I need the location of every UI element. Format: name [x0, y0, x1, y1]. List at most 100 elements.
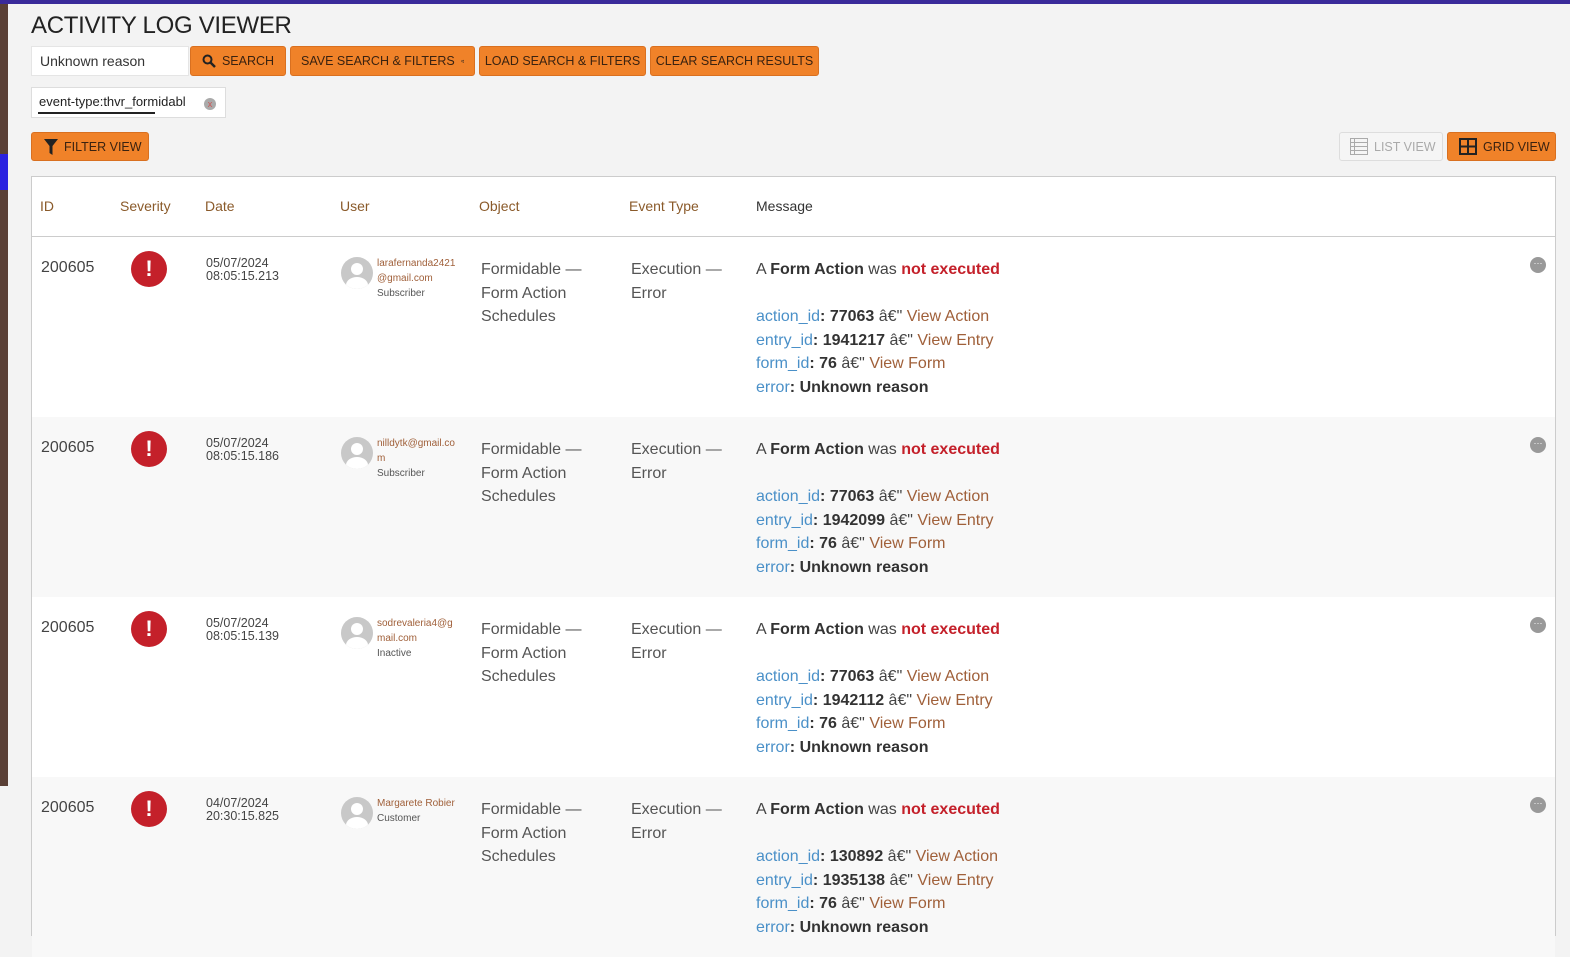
message: A Form Action was not executed action_id… [756, 798, 1000, 939]
save-search-button[interactable]: SAVE SEARCH & FILTERS [290, 46, 475, 76]
event-date: 05/07/2024 08:05:15.213 [206, 257, 279, 283]
message-text: : [812, 511, 823, 529]
user-link[interactable]: nilldytk@gmail.com [377, 436, 459, 466]
message-text: : [809, 355, 820, 372]
message-text: : [789, 918, 800, 936]
view-entry-link[interactable]: View Entry [916, 692, 992, 709]
message-text: : [789, 558, 800, 576]
message-text: 76 [819, 535, 837, 552]
grid-view-button[interactable]: GRID VIEW [1447, 132, 1556, 161]
message-text: 77063 [829, 308, 875, 325]
user-role: Inactive [377, 648, 412, 659]
entry-id-line: entry_id: 1941217 â€" View Entry [756, 329, 1000, 353]
error-severity-icon: ! [131, 611, 167, 647]
activity-log-table: ID Severity Date User Object Event Type … [31, 176, 1556, 957]
view-entry-link[interactable]: View Entry [917, 332, 993, 349]
message-text: error [756, 558, 790, 576]
event-type: Execution — Error [631, 441, 722, 482]
user-info: Margarete Robier Customer [377, 796, 459, 826]
col-object[interactable]: Object [479, 198, 519, 214]
object: Formidable — Form Action Schedules [481, 621, 582, 685]
message-text: was [863, 261, 902, 278]
filter-chip[interactable]: event-type:thvr_formidabl x [31, 87, 226, 118]
filter-view-button[interactable]: FILTER VIEW [31, 132, 149, 161]
event-id: 200605 [41, 259, 95, 276]
message-text: 76 [819, 715, 837, 732]
error-line: error: Unknown reason [756, 736, 1000, 760]
message-text: â€" [836, 895, 870, 912]
clear-search-button[interactable]: CLEAR SEARCH RESULTS [650, 46, 819, 76]
view-form-link[interactable]: View Form [869, 715, 945, 732]
view-entry-link[interactable]: View Entry [917, 872, 993, 889]
col-message: Message [756, 198, 813, 214]
message-text: Form Action [770, 801, 864, 818]
message-text: 1942099 [822, 511, 885, 529]
message-text: 76 [819, 355, 837, 372]
event-id: 200605 [41, 439, 95, 456]
form-id-line: form_id: 76 â€" View Form [756, 352, 1000, 376]
event-date: 05/07/2024 08:05:15.186 [206, 437, 279, 463]
message-text: â€" [885, 331, 918, 349]
more-options-icon[interactable]: ··· [1530, 437, 1546, 453]
message-text: : [812, 331, 823, 349]
window-top-border [0, 0, 1570, 4]
user-link[interactable]: Margarete Robier [377, 796, 459, 811]
view-form-link[interactable]: View Form [869, 535, 945, 552]
message-text: A [756, 801, 771, 818]
col-date[interactable]: Date [205, 198, 235, 214]
view-action-link[interactable]: View Action [907, 488, 989, 505]
message-text: entry_id [756, 871, 813, 889]
message-text: â€" [874, 488, 907, 505]
message: A Form Action was not executed action_id… [756, 438, 1000, 579]
chip-underline [38, 112, 155, 114]
search-button[interactable]: SEARCH [190, 46, 286, 76]
message-text: : [820, 848, 830, 865]
message-summary: A Form Action was not executed [756, 618, 1000, 642]
user-link[interactable]: larafernanda2421@gmail.com [377, 256, 459, 286]
search-label: SEARCH [221, 54, 275, 68]
view-form-link[interactable]: View Form [869, 895, 945, 912]
col-user[interactable]: User [340, 198, 370, 214]
time: 20:30:15.825 [206, 809, 279, 823]
user-link[interactable]: sodrevaleria4@gmail.com [377, 616, 459, 646]
view-form-link[interactable]: View Form [869, 355, 945, 372]
more-options-icon[interactable]: ··· [1530, 797, 1546, 813]
sidebar-active-marker [0, 154, 8, 190]
message-text: Unknown reason [799, 558, 929, 576]
event-type: Execution — Error [631, 621, 722, 662]
event-date: 04/07/2024 20:30:15.825 [206, 797, 279, 823]
col-event-type[interactable]: Event Type [629, 198, 699, 214]
filter-view-label: FILTER VIEW [64, 139, 142, 154]
load-search-button[interactable]: LOAD SEARCH & FILTERS [479, 46, 646, 76]
message-text: Form Action [770, 441, 864, 458]
list-view-label: LIST VIEW [1374, 139, 1436, 154]
remove-filter-icon[interactable]: x [204, 98, 216, 110]
user-avatar-icon [341, 437, 373, 469]
view-action-link[interactable]: View Action [907, 668, 989, 685]
form-id-line: form_id: 76 â€" View Form [756, 892, 1000, 916]
message-text: entry_id [756, 691, 813, 709]
message-text: 76 [819, 895, 837, 912]
object: Formidable — Form Action Schedules [481, 441, 582, 505]
view-entry-link[interactable]: View Entry [917, 512, 993, 529]
message-text: : [812, 871, 823, 889]
col-severity[interactable]: Severity [120, 198, 171, 214]
event-type: Execution — Error [631, 801, 722, 842]
message: A Form Action was not executed action_id… [756, 618, 1000, 759]
search-input[interactable]: Unknown reason [31, 46, 189, 76]
time: 08:05:15.139 [206, 629, 279, 643]
view-action-link[interactable]: View Action [907, 308, 989, 325]
col-id[interactable]: ID [40, 198, 54, 214]
message-text: was [863, 801, 902, 818]
more-options-icon[interactable]: ··· [1530, 617, 1546, 633]
message-text: â€" [885, 511, 918, 529]
message-text: : [809, 715, 820, 732]
message-text: action_id [756, 488, 821, 505]
view-action-link[interactable]: View Action [916, 848, 998, 865]
message-text: : [809, 535, 820, 552]
message-text: action_id [756, 308, 821, 325]
table-row: 200605 ! 05/07/2024 08:05:15.139 sodreval… [32, 597, 1555, 777]
message-text: : [809, 895, 820, 912]
more-options-icon[interactable]: ··· [1530, 257, 1546, 273]
list-view-button[interactable]: LIST VIEW [1339, 132, 1443, 161]
